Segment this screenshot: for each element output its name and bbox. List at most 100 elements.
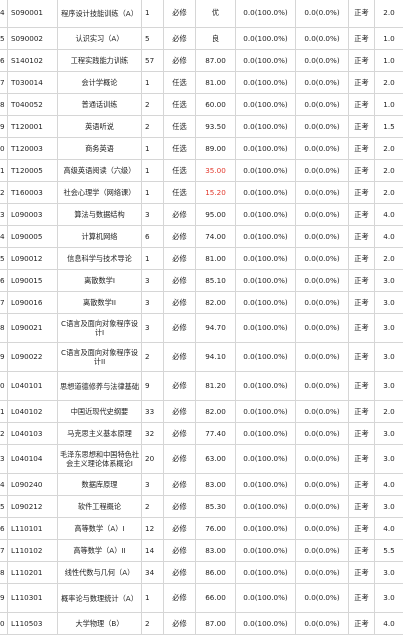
ratio-100: 0.0(100.0%) <box>236 562 296 584</box>
course-code: S090001 <box>8 0 58 28</box>
score: 82.00 <box>196 292 236 314</box>
ratio-0: 0.0(0.0%) <box>296 445 349 474</box>
ratio-0: 0.0(0.0%) <box>296 248 349 270</box>
exam-type: 正考 <box>349 343 375 372</box>
ratio-0: 0.0(0.0%) <box>296 496 349 518</box>
table-row: 7T030014会计学概论1任选81.000.0(100.0%)0.0(0.0%… <box>0 72 403 94</box>
ratio-0: 0.0(0.0%) <box>296 270 349 292</box>
score: 87.00 <box>196 613 236 635</box>
credit: 5.5 <box>375 540 403 562</box>
ratio-100: 0.0(100.0%) <box>236 204 296 226</box>
credit: 3.0 <box>375 270 403 292</box>
ratio-100: 0.0(100.0%) <box>236 226 296 248</box>
credit: 1.0 <box>375 50 403 72</box>
ratio-0: 0.0(0.0%) <box>296 474 349 496</box>
exam-type: 正考 <box>349 584 375 613</box>
ratio-100: 0.0(100.0%) <box>236 613 296 635</box>
score: 94.10 <box>196 343 236 372</box>
table-row: 1L040102中国近现代史纲要33必修82.000.0(100.0%)0.0(… <box>0 401 403 423</box>
ratio-0: 0.0(0.0%) <box>296 204 349 226</box>
ratio-0: 0.0(0.0%) <box>296 372 349 401</box>
course-code: L090015 <box>8 270 58 292</box>
course-type: 必修 <box>164 613 196 635</box>
credit: 1.0 <box>375 28 403 50</box>
score: 66.00 <box>196 584 236 613</box>
exam-type: 正考 <box>349 72 375 94</box>
row-index: 5 <box>0 28 8 50</box>
class-number: 2 <box>142 116 164 138</box>
row-index: 3 <box>0 445 8 474</box>
course-name: 概率论与数理统计（A） <box>58 584 142 613</box>
course-type: 必修 <box>164 372 196 401</box>
row-index: 8 <box>0 314 8 343</box>
score: 82.00 <box>196 401 236 423</box>
ratio-100: 0.0(100.0%) <box>236 138 296 160</box>
row-index: 4 <box>0 474 8 496</box>
ratio-0: 0.0(0.0%) <box>296 138 349 160</box>
exam-type: 正考 <box>349 116 375 138</box>
course-type: 任选 <box>164 160 196 182</box>
course-name: 英语听说 <box>58 116 142 138</box>
exam-type: 正考 <box>349 474 375 496</box>
score: 76.00 <box>196 518 236 540</box>
course-type: 必修 <box>164 584 196 613</box>
row-index: 4 <box>0 0 8 28</box>
credit: 3.0 <box>375 423 403 445</box>
score: 87.00 <box>196 50 236 72</box>
ratio-100: 0.0(100.0%) <box>236 72 296 94</box>
table-row: 5L090012信息科学与技术导论1必修81.000.0(100.0%)0.0(… <box>0 248 403 270</box>
ratio-0: 0.0(0.0%) <box>296 401 349 423</box>
course-name: 马克思主义基本原理 <box>58 423 142 445</box>
credit: 3.0 <box>375 343 403 372</box>
table-row: 5S090002认识实习（A）5必修良0.0(100.0%)0.0(0.0%)正… <box>0 28 403 50</box>
course-code: T160003 <box>8 182 58 204</box>
grades-body: 4S090001程序设计技能训练（A）1必修优0.0(100.0%)0.0(0.… <box>0 0 403 635</box>
class-number: 5 <box>142 28 164 50</box>
course-code: S090002 <box>8 28 58 50</box>
course-type: 必修 <box>164 562 196 584</box>
course-type: 必修 <box>164 292 196 314</box>
ratio-0: 0.0(0.0%) <box>296 0 349 28</box>
exam-type: 正考 <box>349 401 375 423</box>
row-index: 7 <box>0 292 8 314</box>
table-row: 9L110301概率论与数理统计（A）1必修66.000.0(100.0%)0.… <box>0 584 403 613</box>
row-index: 9 <box>0 584 8 613</box>
ratio-100: 0.0(100.0%) <box>236 540 296 562</box>
course-type: 必修 <box>164 270 196 292</box>
exam-type: 正考 <box>349 204 375 226</box>
credit: 4.0 <box>375 226 403 248</box>
course-name: 离散数学I <box>58 270 142 292</box>
score: 优 <box>196 0 236 28</box>
ratio-100: 0.0(100.0%) <box>236 50 296 72</box>
course-code: L090240 <box>8 474 58 496</box>
score: 35.00 <box>196 160 236 182</box>
score: 15.20 <box>196 182 236 204</box>
course-code: L090012 <box>8 248 58 270</box>
table-row: 9T120001英语听说2任选93.500.0(100.0%)0.0(0.0%)… <box>0 116 403 138</box>
row-index: 7 <box>0 540 8 562</box>
class-number: 33 <box>142 401 164 423</box>
exam-type: 正考 <box>349 160 375 182</box>
ratio-100: 0.0(100.0%) <box>236 314 296 343</box>
course-code: L110102 <box>8 540 58 562</box>
course-name: 数据库原理 <box>58 474 142 496</box>
exam-type: 正考 <box>349 226 375 248</box>
class-number: 2 <box>142 94 164 116</box>
ratio-100: 0.0(100.0%) <box>236 292 296 314</box>
exam-type: 正考 <box>349 292 375 314</box>
course-name: 高等数学（A）I <box>58 518 142 540</box>
row-index: 9 <box>0 343 8 372</box>
score: 77.40 <box>196 423 236 445</box>
course-type: 任选 <box>164 94 196 116</box>
class-number: 34 <box>142 562 164 584</box>
course-name: 软件工程概论 <box>58 496 142 518</box>
exam-type: 正考 <box>349 423 375 445</box>
ratio-0: 0.0(0.0%) <box>296 423 349 445</box>
course-type: 必修 <box>164 204 196 226</box>
ratio-100: 0.0(100.0%) <box>236 248 296 270</box>
row-index: 6 <box>0 50 8 72</box>
course-name: C语言及面向对象程序设计I <box>58 314 142 343</box>
course-name: 程序设计技能训练（A） <box>58 0 142 28</box>
class-number: 3 <box>142 270 164 292</box>
course-type: 必修 <box>164 343 196 372</box>
